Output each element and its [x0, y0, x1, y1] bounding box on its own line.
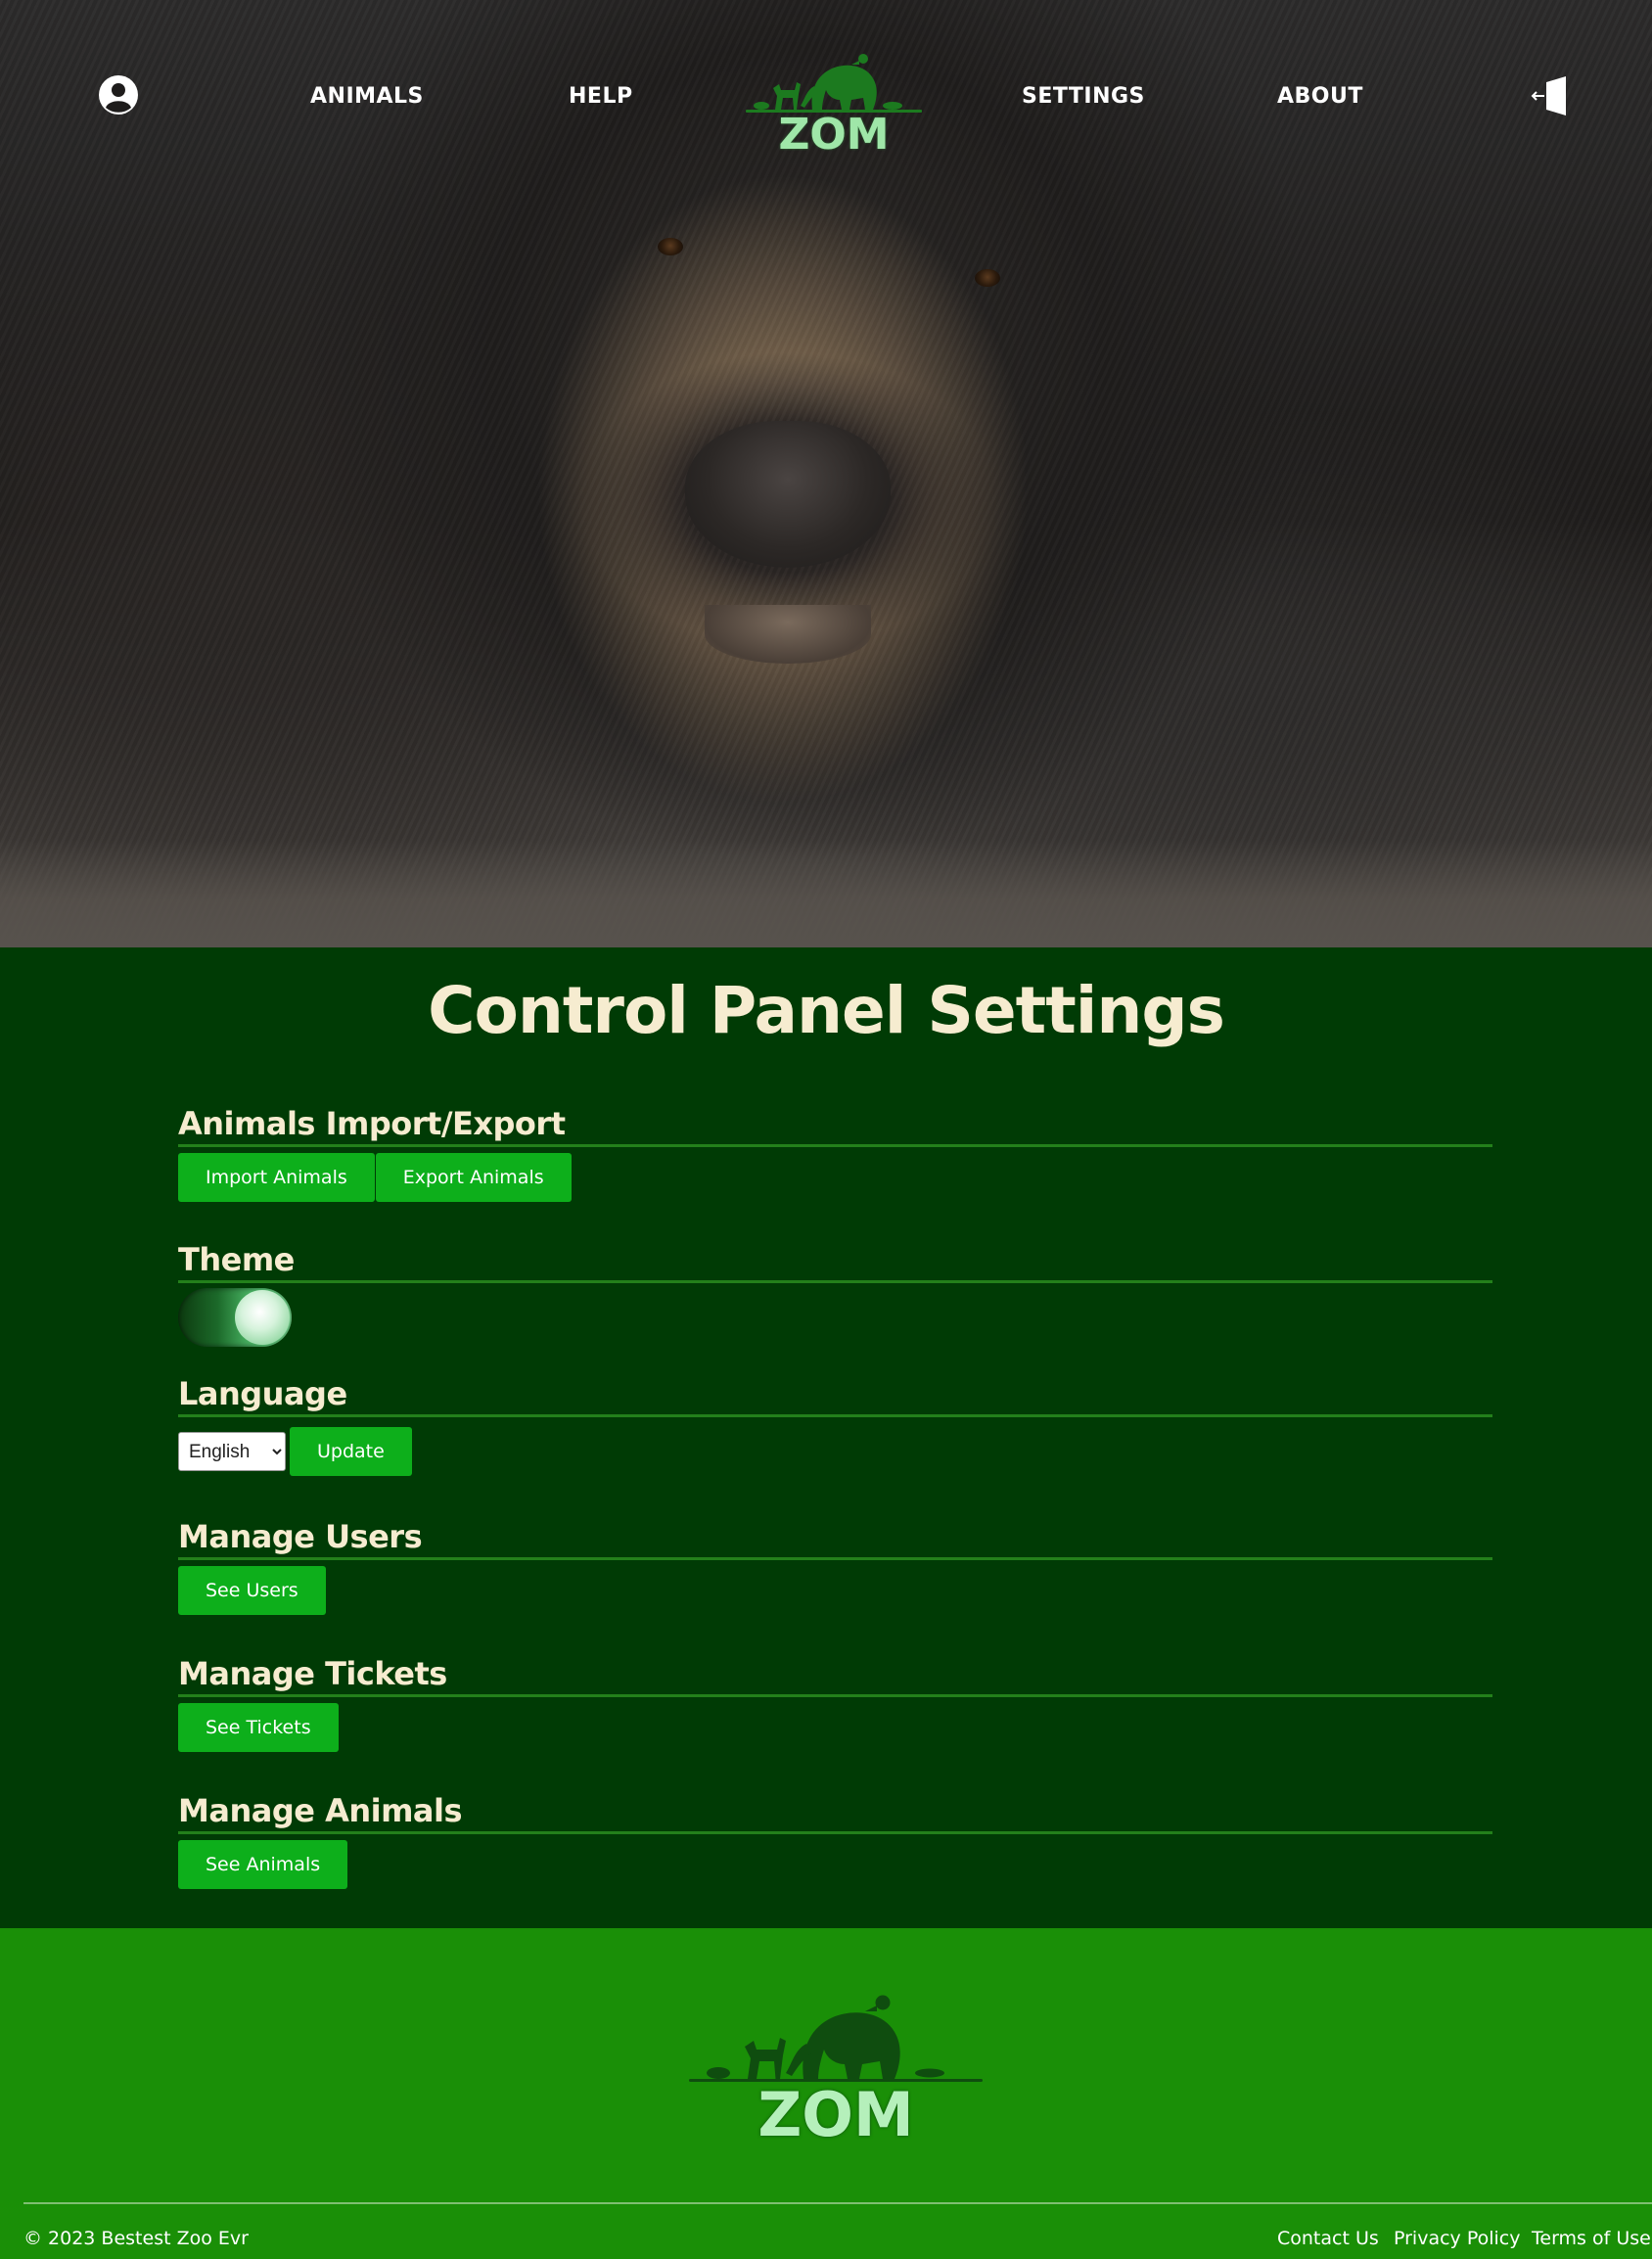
section-divider [178, 1831, 1492, 1834]
footer-logo[interactable]: ZOM [689, 1973, 983, 2150]
see-tickets-button[interactable]: See Tickets [178, 1703, 339, 1752]
section-heading: Manage Users [178, 1518, 423, 1555]
logout-door-icon[interactable] [1531, 74, 1574, 117]
logo-wordmark: ZOM [778, 110, 890, 160]
section-divider [178, 1144, 1492, 1147]
hero-banner: ANIMALS HELP ZOM SETTINGS ABOUT [0, 0, 1652, 947]
section-divider [178, 1557, 1492, 1560]
page-title: Control Panel Settings [428, 973, 1225, 1048]
hero-ground [0, 840, 1652, 947]
bear-eye-left [658, 238, 683, 255]
bear-nose [685, 421, 891, 568]
section-manage-animals: Manage Animals See Animals [178, 1791, 1492, 1889]
zom-logo[interactable]: ZOM [736, 35, 932, 162]
see-users-button[interactable]: See Users [178, 1566, 326, 1615]
import-animals-button[interactable]: Import Animals [178, 1153, 375, 1202]
section-heading: Manage Animals [178, 1792, 463, 1829]
language-row: English Update [178, 1427, 1492, 1476]
section-heading: Language [178, 1375, 347, 1412]
section-heading: Manage Tickets [178, 1655, 447, 1692]
toggle-knob [235, 1290, 290, 1345]
see-animals-button[interactable]: See Animals [178, 1840, 348, 1889]
bear-mouth [705, 605, 871, 664]
section-divider [178, 1280, 1492, 1283]
zoo-animals-logo-icon [689, 1995, 983, 2082]
section-divider [178, 1414, 1492, 1417]
nav-link-animals[interactable]: ANIMALS [310, 84, 424, 109]
section-heading: Theme [178, 1241, 295, 1278]
section-divider [178, 1694, 1492, 1697]
nav-link-settings[interactable]: SETTINGS [1022, 84, 1145, 109]
language-select[interactable]: English [178, 1432, 286, 1471]
section-heading: Animals Import/Export [178, 1105, 566, 1142]
user-circle-icon[interactable] [98, 74, 139, 115]
footer-link-contact[interactable]: Contact Us [1277, 2228, 1379, 2249]
nav-link-about[interactable]: ABOUT [1277, 84, 1363, 109]
footer-link-terms[interactable]: Terms of Use [1532, 2228, 1651, 2249]
copyright-text: © 2023 Bestest Zoo Evr [23, 2228, 249, 2249]
section-manage-users: Manage Users See Users [178, 1517, 1492, 1615]
update-language-button[interactable]: Update [290, 1427, 412, 1476]
footer-link-privacy[interactable]: Privacy Policy [1394, 2228, 1520, 2249]
control-panel: Control Panel Settings Animals Import/Ex… [0, 947, 1652, 1928]
theme-toggle[interactable] [178, 1288, 292, 1347]
section-theme: Theme [178, 1240, 1492, 1347]
nav-link-help[interactable]: HELP [569, 84, 633, 109]
section-manage-tickets: Manage Tickets See Tickets [178, 1654, 1492, 1752]
footer-divider [23, 2202, 1652, 2204]
bear-eye-right [975, 269, 1000, 287]
footer-logo-wordmark: ZOM [757, 2079, 914, 2150]
top-navigation: ANIMALS HELP ZOM SETTINGS ABOUT [0, 0, 1652, 166]
export-animals-button[interactable]: Export Animals [375, 1153, 572, 1202]
footer: ZOM © 2023 Bestest Zoo Evr Contact Us Pr… [0, 1928, 1652, 2259]
section-language: Language English Update [178, 1374, 1492, 1476]
section-animals-import-export: Animals Import/Export Import Animals Expo… [178, 1104, 1492, 1202]
